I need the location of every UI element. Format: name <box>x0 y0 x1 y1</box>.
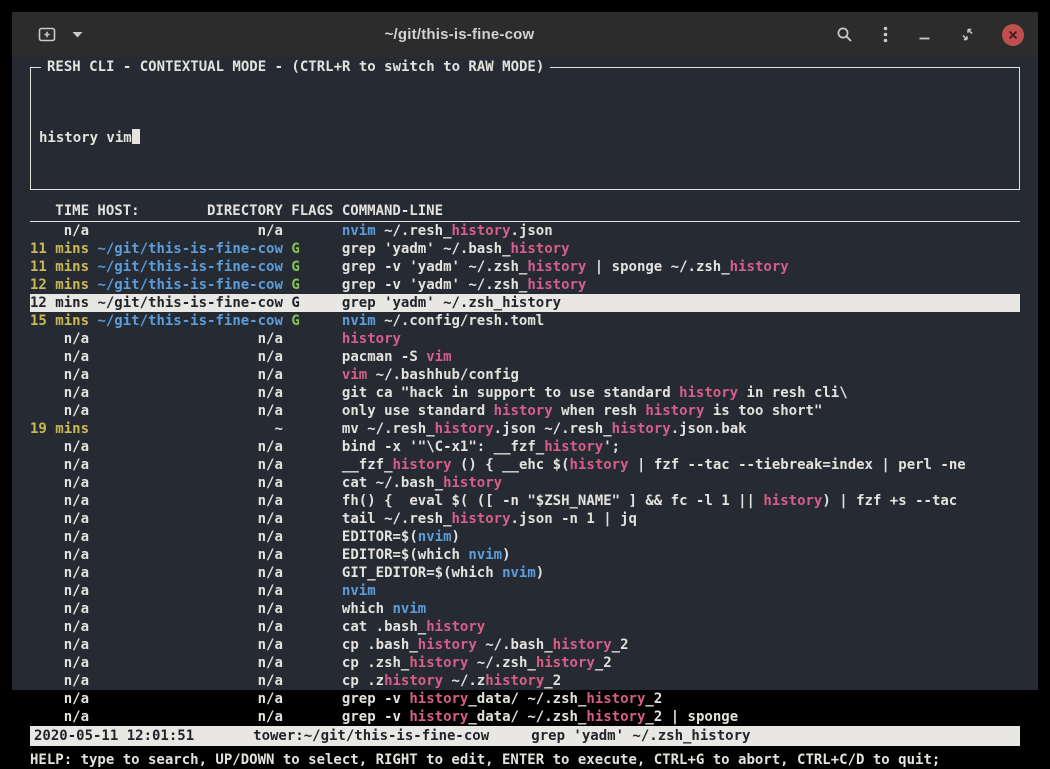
history-row[interactable]: n/a n/a GIT_EDITOR=$(which nvim) <box>30 564 1020 582</box>
history-row[interactable]: n/a n/a pacman -S vim <box>30 348 1020 366</box>
titlebar: ~/git/this-is-fine-cow <box>12 12 1038 57</box>
menu-button[interactable] <box>881 24 890 45</box>
history-row[interactable]: n/a n/a cat ~/.bash_history <box>30 474 1020 492</box>
search-box[interactable]: RESH CLI - CONTEXTUAL MODE - (CTRL+R to … <box>30 67 1020 190</box>
restore-button[interactable] <box>959 26 976 43</box>
history-row[interactable]: n/a n/a grep -v history_data/ ~/.zsh_his… <box>30 690 1020 708</box>
history-row[interactable]: n/a n/a grep -v history_data/ ~/.zsh_his… <box>30 708 1020 726</box>
titlebar-right-group <box>834 24 1024 46</box>
kebab-menu-icon <box>883 26 888 43</box>
history-row[interactable]: 11 mins ~/git/this-is-fine-cow G grep -v… <box>30 258 1020 276</box>
tab-dropdown-button[interactable] <box>70 29 85 40</box>
history-row[interactable]: n/a n/a cat .bash_history <box>30 618 1020 636</box>
status-command: grep 'yadm' ~/.zsh_history <box>531 726 750 746</box>
history-row[interactable]: n/a n/a tail ~/.resh_history.json -n 1 |… <box>30 510 1020 528</box>
history-row[interactable]: 12 mins ~/git/this-is-fine-cow G grep -v… <box>30 276 1020 294</box>
search-box-title: RESH CLI - CONTEXTUAL MODE - (CTRL+R to … <box>41 58 550 76</box>
history-row[interactable]: n/a n/a cp .zhistory ~/.zhistory_2 <box>30 672 1020 690</box>
history-row[interactable]: 12 mins ~/git/this-is-fine-cow G grep 'y… <box>30 294 1020 312</box>
history-row[interactable]: n/a n/a history <box>30 330 1020 348</box>
status-datetime: 2020-05-11 12:01:51 <box>34 726 253 746</box>
search-icon <box>836 26 853 43</box>
search-button[interactable] <box>834 24 855 45</box>
history-list: n/a n/a nvim ~/.resh_history.json11 mins… <box>30 222 1020 726</box>
history-row[interactable]: 15 mins ~/git/this-is-fine-cow G nvim ~/… <box>30 312 1020 330</box>
new-tab-button[interactable] <box>36 25 58 44</box>
history-row[interactable]: n/a n/a only use standard history when r… <box>30 402 1020 420</box>
history-row[interactable]: 11 mins ~/git/this-is-fine-cow G grep 'y… <box>30 240 1020 258</box>
window-title: ~/git/this-is-fine-cow <box>85 26 834 43</box>
status-location: tower:~/git/this-is-fine-cow <box>253 726 531 746</box>
column-headers: TIME HOST: DIRECTORY FLAGS COMMAND-LINE <box>30 202 1020 222</box>
history-row[interactable]: n/a n/a cp .bash_history ~/.bash_history… <box>30 636 1020 654</box>
history-row[interactable]: n/a n/a nvim <box>30 582 1020 600</box>
history-row[interactable]: n/a n/a EDITOR=$(which nvim) <box>30 546 1020 564</box>
titlebar-left-group <box>36 25 85 44</box>
new-tab-icon <box>38 27 56 42</box>
status-bar: 2020-05-11 12:01:51 tower:~/git/this-is-… <box>30 726 1020 746</box>
history-row[interactable]: n/a n/a EDITOR=$(nvim) <box>30 528 1020 546</box>
close-button[interactable] <box>1002 24 1024 46</box>
search-query-input[interactable]: history vim <box>39 130 132 146</box>
terminal-window: ~/git/this-is-fine-cow <box>12 12 1038 690</box>
history-row[interactable]: n/a n/a nvim ~/.resh_history.json <box>30 222 1020 240</box>
history-row[interactable]: n/a n/a vim ~/.bashhub/config <box>30 366 1020 384</box>
history-row[interactable]: n/a n/a __fzf_history () { __ehc $(histo… <box>30 456 1020 474</box>
history-row[interactable]: n/a n/a which nvim <box>30 600 1020 618</box>
terminal-screen: RESH CLI - CONTEXTUAL MODE - (CTRL+R to … <box>12 57 1038 690</box>
minimize-icon <box>918 28 931 41</box>
history-row[interactable]: n/a n/a fh() { eval $( ([ -n "$ZSH_NAME"… <box>30 492 1020 510</box>
close-icon <box>1008 30 1018 40</box>
help-line: HELP: type to search, UP/DOWN to select,… <box>30 751 1020 769</box>
history-row[interactable]: n/a n/a git ca "hack in support to use s… <box>30 384 1020 402</box>
history-row[interactable]: 19 mins ~ mv ~/.resh_history.json ~/.res… <box>30 420 1020 438</box>
text-cursor <box>132 129 140 144</box>
history-row[interactable]: n/a n/a bind -x '"\C-x1": __fzf_history'… <box>30 438 1020 456</box>
restore-window-icon <box>961 28 974 41</box>
chevron-down-icon <box>72 31 83 38</box>
search-query-line[interactable]: history vim <box>39 129 1011 147</box>
minimize-button[interactable] <box>916 26 933 43</box>
history-row[interactable]: n/a n/a cp .zsh_history ~/.zsh_history_2 <box>30 654 1020 672</box>
